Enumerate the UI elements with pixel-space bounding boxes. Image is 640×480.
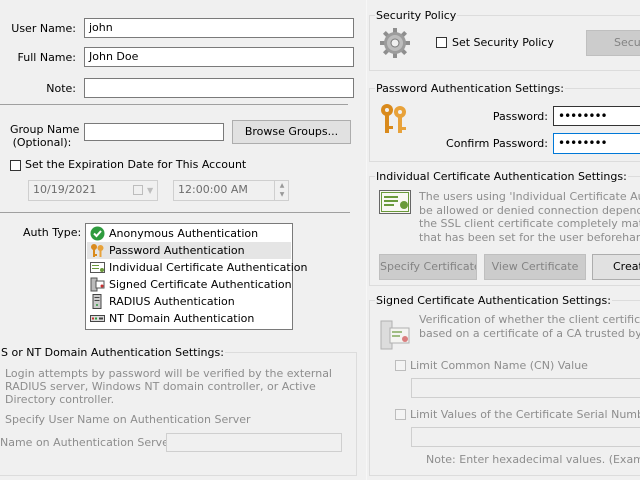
list-item[interactable]: Password Authentication [87,242,291,259]
group-name-label-line1: Group Name [10,123,80,136]
specify-certificate-button[interactable]: Specify Certificate [379,254,477,280]
group-name-label-line2: (Optional): [12,136,72,149]
list-item-label: NT Domain Authentication [109,312,255,325]
list-item[interactable]: RADIUS Authentication [87,293,291,310]
user-name-label: User Name: [11,22,76,35]
list-item-label: RADIUS Authentication [109,295,235,308]
list-item[interactable]: Anonymous Authentication [87,225,291,242]
confirm-password-label: Confirm Password: [446,137,548,150]
keys-icon [90,243,106,258]
keys-icon [379,102,409,139]
spinner-up-icon[interactable]: ▲ [275,181,288,190]
security-policy-checkbox[interactable] [436,37,447,48]
chevron-down-icon: ▼ [147,186,154,195]
nt-domain-icon [90,311,106,326]
view-certificate-button[interactable]: View Certificate [484,254,586,280]
limit-cn-input[interactable] [411,378,640,398]
auth-type-label: Auth Type: [23,226,82,239]
signed-cert-desc-line: Verification of whether the client certi… [419,313,640,326]
list-item[interactable]: NT Domain Authentication [87,310,291,327]
expiration-date-value: 10/19/2021 [33,183,97,196]
separator [0,212,350,213]
signed-cert-desc-line: based on a certificate of a CA trusted b… [419,326,640,340]
gear-icon [379,27,411,62]
browse-groups-button[interactable]: Browse Groups... [232,120,351,144]
group-name-label: Group Name (Optional): [10,123,80,149]
expiration-time-input[interactable]: 12:00:00 AM ▲ ▼ [173,180,289,201]
radius-settings-title: S or NT Domain Authentication Settings: [0,346,225,359]
confirm-password-input[interactable]: •••••••• [553,133,640,154]
signed-certificate-icon [90,277,106,292]
password-label: Password: [492,110,548,123]
create-certificate-button[interactable]: Creat [592,254,640,280]
radius-server-icon [90,294,106,309]
expiration-time-value: 12:00:00 AM [178,183,248,196]
expiration-date-picker[interactable]: 10/19/2021 ▼ [28,180,158,201]
signed-cert-title: Signed Certificate Authentication Settin… [375,294,612,307]
signed-certificate-icon [379,319,411,354]
group-name-input[interactable] [84,123,224,141]
list-item-label: Password Authentication [109,244,245,257]
certificate-icon [379,190,411,217]
serial-hex-note: Note: Enter hexadecimal values. (Example… [426,453,640,466]
time-spinner[interactable]: ▲ ▼ [274,181,288,200]
list-item[interactable]: Individual Certificate Authentication [87,259,307,276]
limit-serial-checkbox[interactable] [395,409,406,420]
individual-cert-description: The users using 'Individual Certificate … [419,190,640,244]
radius-description: Login attempts by password will be verif… [5,367,332,406]
user-name-input[interactable]: john [84,18,354,38]
individual-cert-title: Individual Certificate Authentication Se… [375,170,628,183]
note-input[interactable] [84,78,354,98]
spinner-down-icon[interactable]: ▼ [275,190,288,199]
server-name-input[interactable] [166,433,342,452]
security-policy-title: Security Policy [375,9,458,22]
auth-type-list[interactable]: Anonymous Authentication Password Authen… [85,223,307,330]
expiration-checkbox[interactable] [10,160,21,171]
individual-cert-desc-line: the SSL client certificate completely ma… [419,217,640,230]
list-item-label: Anonymous Authentication [109,227,259,240]
security-policy-checkbox-label[interactable]: Set Security Policy [452,36,554,49]
anonymous-check-icon [90,226,106,241]
list-item-label: Signed Certificate Authentication [109,278,292,291]
limit-serial-checkbox-label[interactable]: Limit Values of the Certificate Serial N… [410,408,640,421]
certificate-icon [90,260,106,275]
separator [0,104,348,105]
list-item-label: Individual Certificate Authentication [109,261,308,274]
individual-cert-desc-line: be allowed or denied connection dependin [419,203,640,217]
individual-cert-desc-line: that has been set for the user beforehan… [419,230,640,244]
pane-divider [366,0,367,480]
limit-cn-checkbox-label[interactable]: Limit Common Name (CN) Value [410,359,588,372]
individual-cert-desc-line: The users using 'Individual Certificate … [419,190,640,203]
limit-serial-input[interactable] [411,427,640,447]
server-name-label: Name on Authentication Server: [0,436,177,449]
password-input[interactable]: •••••••• [553,106,640,126]
security-policy-button[interactable]: Secu [586,30,640,56]
note-label: Note: [46,82,76,95]
signed-cert-description: Verification of whether the client certi… [419,313,640,340]
full-name-input[interactable]: John Doe [84,47,354,67]
full-name-label: Full Name: [17,51,76,64]
list-item[interactable]: Signed Certificate Authentication [87,276,292,293]
calendar-icon [133,185,143,195]
password-settings-title: Password Authentication Settings: [375,82,565,95]
limit-cn-checkbox[interactable] [395,360,406,371]
expiration-checkbox-label[interactable]: Set the Expiration Date for This Account [25,158,246,171]
specify-username-checkbox-label[interactable]: Specify User Name on Authentication Serv… [5,413,251,426]
